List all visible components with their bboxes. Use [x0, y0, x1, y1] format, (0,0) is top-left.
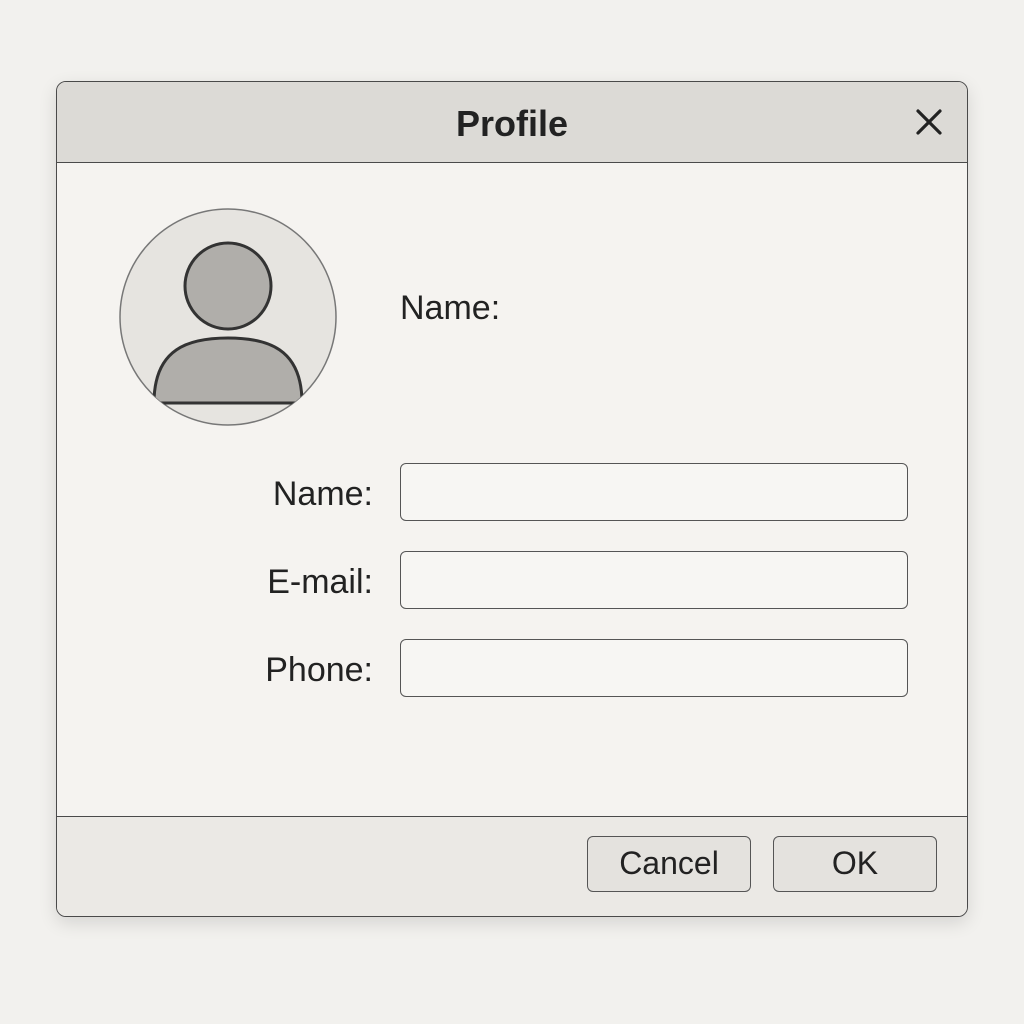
- name-label: Name:: [272, 475, 373, 513]
- cancel-button[interactable]: Cancel: [587, 836, 751, 892]
- email-row: E-mail:: [57, 551, 967, 613]
- close-icon: [916, 109, 942, 135]
- dialog-footer: Cancel OK: [57, 816, 967, 916]
- ok-button[interactable]: OK: [773, 836, 937, 892]
- phone-label: Phone:: [265, 651, 373, 689]
- email-input[interactable]: [400, 551, 908, 609]
- avatar: [119, 208, 337, 426]
- name-input[interactable]: [400, 463, 908, 521]
- name-row: Name:: [57, 463, 967, 525]
- email-label: E-mail:: [267, 563, 373, 601]
- title-bar: Profile: [57, 82, 967, 163]
- phone-input[interactable]: [400, 639, 908, 697]
- profile-name-label: Name:: [400, 289, 501, 327]
- user-avatar-icon: [119, 208, 337, 426]
- dialog-title: Profile: [455, 103, 569, 144]
- close-button[interactable]: [911, 104, 947, 140]
- profile-dialog: Profile Name: Name: E-mail: Phone: Cance…: [56, 81, 968, 917]
- phone-row: Phone:: [57, 639, 967, 701]
